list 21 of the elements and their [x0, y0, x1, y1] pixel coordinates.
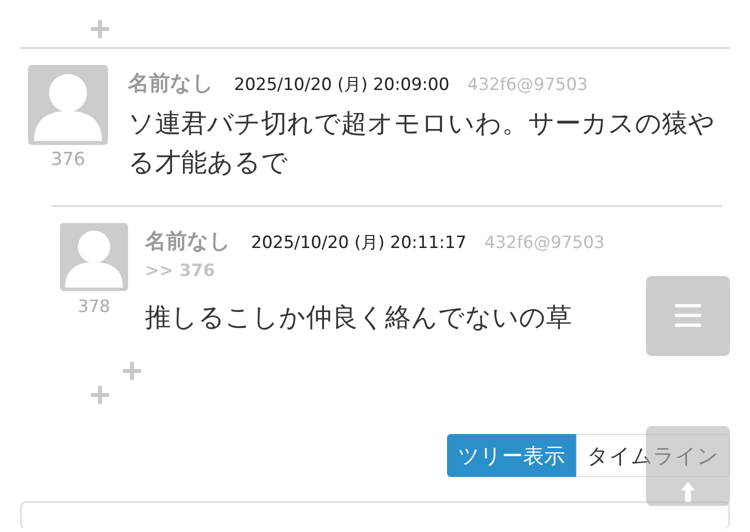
post-body: ソ連君バチ切れで超オモロいわ。サーカスの猿やる才能あるで: [128, 108, 716, 180]
avatar-icon: [28, 65, 108, 145]
avatar-icon: [60, 223, 128, 291]
post-body: 推しるこしか仲良く絡んでないの草: [145, 302, 572, 335]
view-tab[interactable]: タイムライン: [576, 434, 730, 477]
poster-id: 432f6@97503: [484, 233, 605, 253]
reply-link[interactable]: >> 376: [145, 261, 215, 281]
up-arrow-icon: [681, 482, 695, 502]
plus-icon[interactable]: [123, 362, 141, 380]
poster-name: 名前なし: [145, 228, 231, 255]
post-number[interactable]: 376: [50, 149, 86, 170]
view-tab[interactable]: ツリー表示: [447, 434, 576, 477]
post-date: 2025/10/20 (月) 20:11:17: [251, 232, 466, 254]
poster-id: 432f6@97503: [467, 75, 588, 95]
post-date: 2025/10/20 (月) 20:09:00: [234, 74, 450, 96]
post-number[interactable]: 378: [78, 297, 110, 317]
menu-button[interactable]: [646, 276, 730, 356]
plus-icon[interactable]: [91, 20, 109, 38]
poster-name: 名前なし: [128, 70, 214, 97]
menu-icon: [675, 304, 701, 328]
plus-icon[interactable]: [91, 386, 109, 404]
